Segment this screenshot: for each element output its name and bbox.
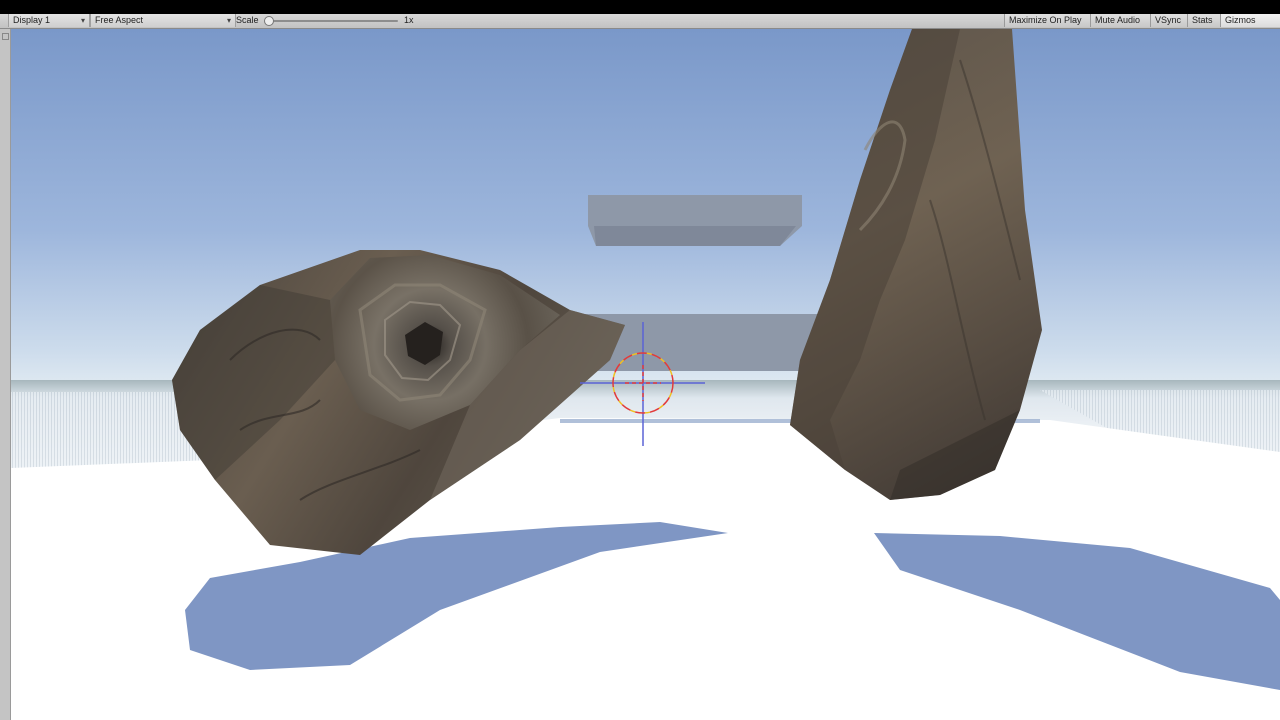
- aspect-dropdown[interactable]: Free Aspect ▾: [90, 14, 236, 27]
- stats-toggle[interactable]: Stats: [1187, 14, 1224, 27]
- vsync-toggle[interactable]: VSync: [1150, 14, 1191, 27]
- game-view-toolbar: Display 1 ▾ Free Aspect ▾ Scale 1x Maxim…: [0, 14, 1280, 29]
- scene-render: [11, 29, 1280, 720]
- resize-handle-icon[interactable]: [2, 33, 9, 40]
- scale-slider-track[interactable]: [268, 20, 398, 22]
- gizmos-dropdown[interactable]: Gizmos: [1220, 14, 1280, 27]
- display-dropdown[interactable]: Display 1 ▾: [8, 14, 90, 27]
- gizmos-label: Gizmos: [1225, 15, 1256, 25]
- vsync-label: VSync: [1155, 15, 1182, 25]
- chevron-down-icon: ▾: [226, 16, 231, 25]
- mute-audio-label: Mute Audio: [1095, 15, 1141, 25]
- panel-edge: [0, 29, 11, 720]
- aspect-label: Free Aspect: [95, 15, 144, 25]
- scale-slider-thumb[interactable]: [264, 16, 274, 26]
- display-label: Display 1: [13, 15, 51, 25]
- chevron-down-icon: ▾: [80, 16, 85, 25]
- maximize-on-play-label: Maximize On Play: [1009, 15, 1082, 25]
- maximize-on-play-toggle[interactable]: Maximize On Play: [1004, 14, 1093, 27]
- stats-label: Stats: [1192, 15, 1213, 25]
- window-top-bar: [0, 0, 1280, 14]
- game-view-viewport[interactable]: [11, 29, 1280, 720]
- floating-platform-upper-underside: [594, 226, 796, 246]
- scale-value: 1x: [404, 15, 414, 25]
- mute-audio-toggle[interactable]: Mute Audio: [1090, 14, 1153, 27]
